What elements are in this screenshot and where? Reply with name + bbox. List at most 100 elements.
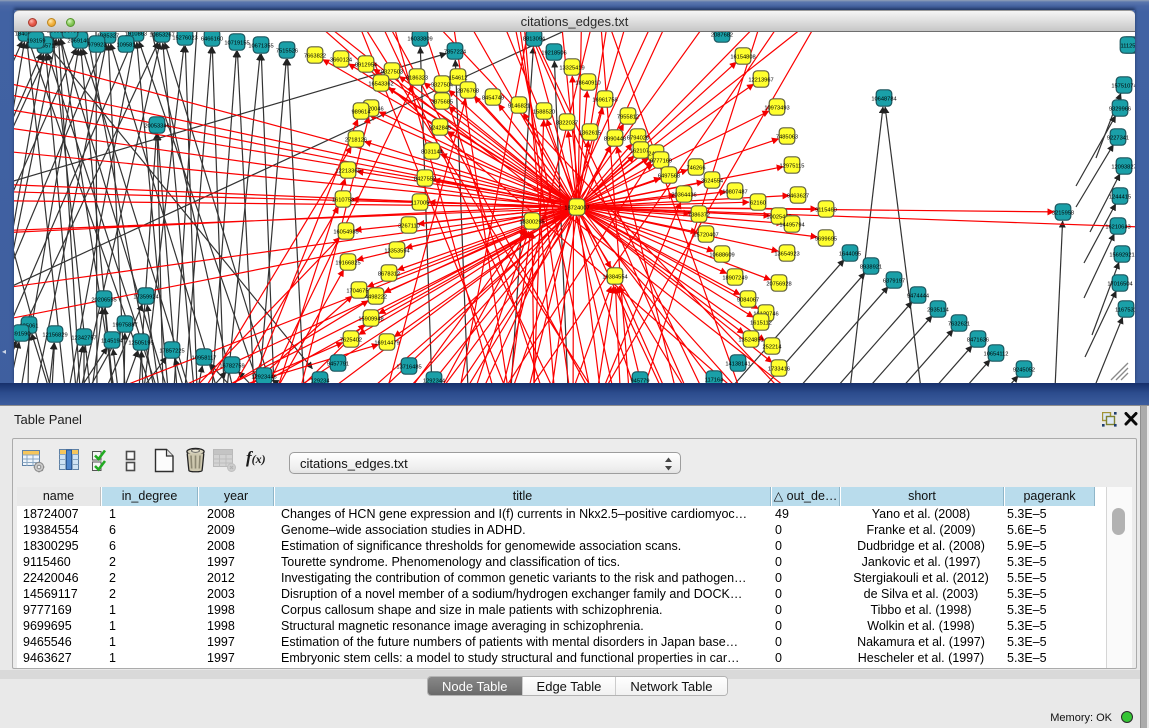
svg-text:9227341: 9227341 <box>1107 135 1129 141</box>
svg-text:18300295: 18300295 <box>519 219 544 225</box>
svg-text:16782759: 16782759 <box>219 363 244 369</box>
svg-text:13325419: 13325419 <box>559 65 584 71</box>
svg-text:15909948: 15909948 <box>358 316 383 322</box>
svg-text:13716485: 13716485 <box>396 364 421 370</box>
svg-text:14495794: 14495794 <box>779 222 804 228</box>
svg-text:19218506: 19218506 <box>541 50 566 56</box>
svg-text:20053346: 20053346 <box>144 123 169 129</box>
svg-text:8454749: 8454749 <box>482 95 504 101</box>
svg-text:19384554: 19384554 <box>602 274 627 280</box>
svg-text:15692921: 15692921 <box>1109 252 1134 258</box>
svg-text:3660124: 3660124 <box>330 57 352 63</box>
svg-text:10973493: 10973493 <box>764 105 789 111</box>
svg-text:20756928: 20756928 <box>766 281 791 287</box>
svg-text:9329966: 9329966 <box>1109 106 1131 112</box>
svg-text:1644095: 1644095 <box>839 251 861 257</box>
svg-text:8186323: 8186323 <box>406 75 428 81</box>
svg-text:9699695: 9699695 <box>815 236 837 242</box>
svg-text:12923446: 12923446 <box>251 374 276 380</box>
svg-text:6794028: 6794028 <box>627 135 649 141</box>
svg-text:16210643: 16210643 <box>1105 224 1130 230</box>
svg-text:3624554: 3624554 <box>701 178 723 184</box>
svg-text:1145194: 1145194 <box>101 338 123 344</box>
svg-text:746266: 746266 <box>687 165 706 171</box>
svg-text:8938921: 8938921 <box>860 264 882 270</box>
svg-text:8678312: 8678312 <box>378 271 400 277</box>
svg-text:16154808: 16154808 <box>730 54 755 60</box>
svg-text:16033809: 16033809 <box>407 36 432 42</box>
svg-text:9327504: 9327504 <box>431 82 453 88</box>
svg-text:10688609: 10688609 <box>709 252 734 258</box>
svg-text:9474444: 9474444 <box>907 293 929 299</box>
svg-text:12093827: 12093827 <box>1111 164 1135 170</box>
svg-text:10648784: 10648784 <box>871 96 896 102</box>
svg-text:1615112: 1615112 <box>750 320 772 326</box>
svg-text:10671355: 10671355 <box>248 43 273 49</box>
svg-text:13524851: 13524851 <box>738 337 763 343</box>
svg-text:16914479: 16914479 <box>374 340 399 346</box>
svg-text:10719155: 10719155 <box>224 40 249 46</box>
svg-text:18640910: 18640910 <box>575 80 600 86</box>
svg-text:10807487: 10807487 <box>722 189 747 195</box>
svg-text:9084067: 9084067 <box>737 297 759 303</box>
svg-text:17016504: 17016504 <box>1107 281 1132 287</box>
svg-text:7515526: 7515526 <box>276 48 298 54</box>
svg-text:2935114: 2935114 <box>927 307 949 313</box>
svg-text:12213967: 12213967 <box>748 77 773 83</box>
svg-text:1588520: 1588520 <box>533 109 555 115</box>
svg-text:9242845: 9242845 <box>429 125 451 131</box>
svg-text:16543362: 16543362 <box>368 81 393 87</box>
svg-text:391590: 391590 <box>14 331 30 337</box>
svg-text:12505195: 12505195 <box>128 340 153 346</box>
svg-text:6497568: 6497568 <box>658 173 680 179</box>
svg-text:16961758: 16961758 <box>592 97 617 103</box>
svg-text:15720407: 15720407 <box>693 232 718 238</box>
svg-text:9115460: 9115460 <box>815 207 837 213</box>
svg-text:62160: 62160 <box>750 200 766 206</box>
svg-text:7625402: 7625402 <box>340 337 362 343</box>
svg-text:8471636: 8471636 <box>967 337 989 343</box>
svg-text:8427552: 8427552 <box>414 176 436 182</box>
svg-text:1362615: 1362615 <box>579 130 601 136</box>
svg-text:7386372: 7386372 <box>688 212 710 218</box>
svg-text:2087682: 2087682 <box>711 32 733 38</box>
svg-text:20206555: 20206555 <box>91 297 116 303</box>
svg-text:8813094: 8813094 <box>523 36 545 42</box>
svg-text:10654112: 10654112 <box>984 351 1009 357</box>
svg-text:9463627: 9463627 <box>787 193 809 199</box>
svg-text:154612: 154612 <box>449 75 468 81</box>
svg-text:8031144: 8031144 <box>421 149 443 155</box>
svg-text:19166825: 19166825 <box>335 260 360 266</box>
svg-text:7632621: 7632621 <box>948 321 970 327</box>
svg-text:20364436: 20364436 <box>671 192 696 198</box>
svg-text:19975887: 19975887 <box>112 322 137 328</box>
svg-text:8990448: 8990448 <box>604 136 626 142</box>
svg-text:13353594: 13353594 <box>384 248 409 254</box>
svg-text:7663822: 7663822 <box>304 53 326 59</box>
svg-text:252214: 252214 <box>763 344 782 350</box>
svg-text:2876768: 2876768 <box>457 88 479 94</box>
svg-text:109581: 109581 <box>117 42 136 48</box>
svg-text:3875685: 3875685 <box>431 99 453 105</box>
svg-text:3215958: 3215958 <box>1052 210 1074 216</box>
svg-text:11125: 11125 <box>1121 43 1135 49</box>
svg-text:4498222: 4498222 <box>365 294 387 300</box>
svg-text:15751074: 15751074 <box>1111 83 1135 89</box>
svg-text:6466160: 6466160 <box>201 36 223 42</box>
svg-text:989614: 989614 <box>352 109 371 115</box>
svg-text:186753: 186753 <box>61 32 80 34</box>
svg-text:9245052: 9245052 <box>1013 367 1035 373</box>
svg-text:10853267: 10853267 <box>149 32 174 38</box>
svg-text:9777169: 9777169 <box>650 158 672 164</box>
svg-text:3267110: 3267110 <box>398 223 420 229</box>
svg-text:10958117: 10958117 <box>192 355 217 361</box>
svg-text:12213369: 12213369 <box>335 168 360 174</box>
svg-text:17857225: 17857225 <box>159 348 184 354</box>
svg-text:1733416: 1733416 <box>768 366 790 372</box>
svg-text:193159: 193159 <box>27 38 46 44</box>
svg-text:9457791: 9457791 <box>327 361 349 367</box>
svg-text:1244415: 1244415 <box>1109 194 1131 200</box>
svg-text:14138141: 14138141 <box>725 361 750 367</box>
svg-text:8322037: 8322037 <box>556 120 578 126</box>
svg-text:13654923: 13654923 <box>774 251 799 257</box>
